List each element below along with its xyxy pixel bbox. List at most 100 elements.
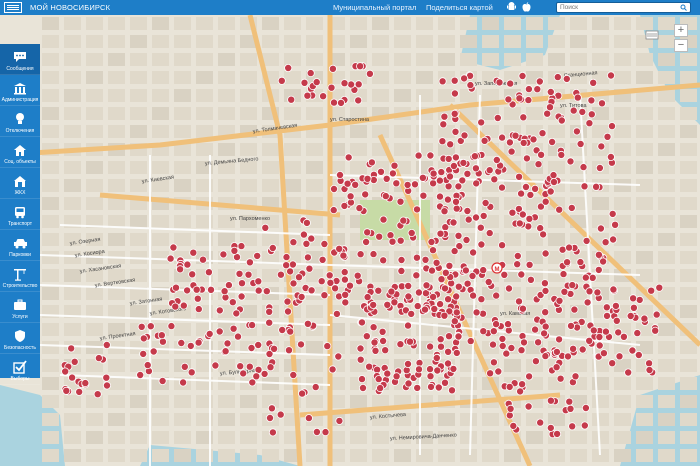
map-marker[interactable] [599,349,608,358]
map-marker[interactable] [381,192,390,201]
map-marker[interactable] [413,383,422,392]
map-marker[interactable] [468,271,477,280]
map-marker[interactable] [470,152,479,161]
map-marker[interactable] [339,251,348,260]
map-marker[interactable] [335,244,344,253]
map-marker[interactable] [569,106,578,115]
map-marker[interactable] [479,327,488,336]
map-marker[interactable] [567,203,576,212]
map-marker[interactable] [445,261,454,270]
map-marker[interactable] [449,218,458,227]
map-marker[interactable] [412,205,421,214]
map-marker[interactable] [606,152,615,161]
layers-icon[interactable] [645,28,659,40]
map-marker[interactable] [585,336,594,345]
map-marker[interactable] [541,352,550,361]
map-marker[interactable] [70,357,79,366]
map-marker[interactable] [556,374,565,383]
map-marker[interactable] [436,229,445,238]
map-marker[interactable] [572,127,581,136]
map-marker[interactable] [62,386,71,395]
map-marker[interactable] [180,362,189,371]
map-marker[interactable] [603,311,612,320]
map-marker[interactable] [236,362,245,371]
map-marker[interactable] [477,118,486,127]
map-marker[interactable] [546,103,555,112]
map-marker[interactable] [472,308,481,317]
map-marker[interactable] [329,184,338,193]
map-marker[interactable] [486,369,495,378]
map-marker[interactable] [171,283,180,292]
map-marker[interactable] [507,147,516,156]
map-marker[interactable] [440,311,449,320]
map-marker[interactable] [303,253,312,262]
map-marker[interactable] [460,74,469,83]
map-marker[interactable] [488,340,497,349]
map-marker[interactable] [354,80,363,89]
map-marker[interactable] [427,266,436,275]
map-marker[interactable] [266,363,275,372]
map-marker[interactable] [571,372,580,381]
map-marker[interactable] [576,258,585,267]
map-marker[interactable] [335,416,344,425]
map-marker[interactable] [267,404,276,413]
map-marker[interactable] [541,197,550,206]
map-marker[interactable] [347,80,356,89]
map-marker[interactable] [498,133,507,142]
map-marker[interactable] [294,273,303,282]
map-marker[interactable] [346,192,355,201]
map-marker[interactable] [437,168,446,177]
map-marker[interactable] [589,78,598,87]
map-svg[interactable]: ул. Станционнаяул. Толмачевскаяул. Старо… [0,15,700,466]
sidebar-item-transport[interactable]: Транспорт [0,199,40,230]
map-marker[interactable] [355,204,364,213]
map-marker[interactable] [235,269,244,278]
map-marker[interactable] [438,77,447,86]
sidebar-item-administration[interactable]: Администрация [0,75,40,106]
map-marker[interactable] [357,375,366,384]
map-marker[interactable] [414,365,423,374]
map-marker[interactable] [432,353,441,362]
map-marker[interactable] [583,298,592,307]
map-marker[interactable] [143,361,152,370]
map-marker[interactable] [358,383,367,392]
map-marker[interactable] [607,71,616,80]
map-marker[interactable] [597,142,606,151]
map-marker[interactable] [397,266,406,275]
map-marker[interactable] [284,346,293,355]
map-marker[interactable] [381,346,390,355]
map-marker[interactable] [247,343,256,352]
map-marker[interactable] [503,320,512,329]
map-marker[interactable] [444,154,453,163]
map-marker[interactable] [328,64,337,73]
map-marker[interactable] [166,254,175,263]
map-marker[interactable] [356,62,365,71]
map-marker[interactable] [254,286,263,295]
map-marker[interactable] [356,355,365,364]
map-marker[interactable] [167,322,176,331]
map-marker[interactable] [520,338,529,347]
map-marker[interactable] [608,122,617,131]
map-marker[interactable] [390,161,399,170]
map-marker[interactable] [320,239,329,248]
map-marker[interactable] [254,277,263,286]
map-marker[interactable] [289,279,298,288]
map-marker[interactable] [319,92,328,101]
map-marker[interactable] [541,249,550,258]
map-marker[interactable] [444,295,453,304]
map-marker[interactable] [363,293,372,302]
map-marker[interactable] [220,287,229,296]
map-marker[interactable] [340,201,349,210]
map-marker[interactable] [504,95,513,104]
map-marker[interactable] [437,275,446,284]
map-marker[interactable] [568,281,577,290]
map-marker[interactable] [403,321,412,330]
map-marker[interactable] [449,161,458,170]
map-marker[interactable] [529,135,538,144]
sidebar-item-security[interactable]: Безопасность [0,323,40,354]
map-marker[interactable] [388,169,397,178]
map-marker[interactable] [497,183,506,192]
map-marker[interactable] [492,291,501,300]
map-marker[interactable] [585,287,594,296]
map-marker[interactable] [502,349,511,358]
